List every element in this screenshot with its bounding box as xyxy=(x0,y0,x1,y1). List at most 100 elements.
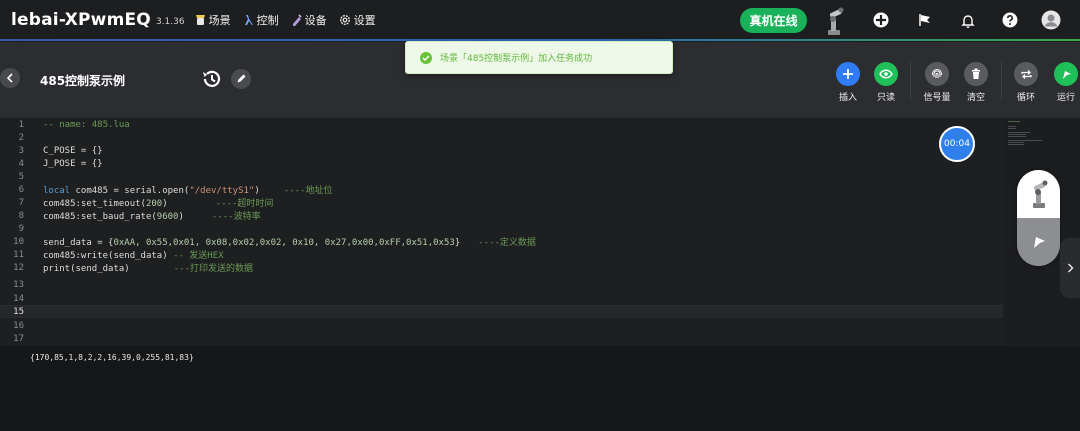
insert-button[interactable]: 插入 xyxy=(831,62,865,103)
code-line: 2 xyxy=(0,131,1003,144)
nav-item-control[interactable]: 控制 xyxy=(243,12,279,28)
edit-title-button[interactable] xyxy=(231,69,251,89)
semaphore-button[interactable]: 信号量 xyxy=(920,62,954,103)
chevron-right-icon xyxy=(1067,263,1074,273)
code-comment: ----超时时间 xyxy=(215,199,274,209)
console-output-text: {170,85,1,8,2,2,16,39,0,255,81,83} xyxy=(30,353,194,362)
minimap-line xyxy=(1008,128,1016,129)
teach-mode-button[interactable] xyxy=(1017,218,1060,266)
code-token: com485 = serial.open( xyxy=(70,186,190,196)
robot-arm-icon[interactable] xyxy=(821,6,849,36)
line-number: 15 xyxy=(13,306,24,317)
expand-panel-button[interactable] xyxy=(1060,238,1080,298)
run-label: 运行 xyxy=(1056,93,1075,103)
page-title: 485控制泵示例 xyxy=(40,74,126,88)
line-number: 12 xyxy=(13,262,24,273)
run-button[interactable]: 运行 xyxy=(1049,62,1080,103)
line-number: 8 xyxy=(18,210,24,221)
fingerprint-icon xyxy=(925,62,949,86)
device-icon xyxy=(292,13,302,26)
code-line: 16 xyxy=(0,319,1003,332)
back-button[interactable] xyxy=(0,68,20,88)
minimap-line xyxy=(1008,132,1030,133)
line-number: 16 xyxy=(13,320,24,331)
robot-view-button[interactable] xyxy=(1017,170,1060,218)
read-only-button[interactable]: 只读 xyxy=(869,62,903,103)
minimap-line xyxy=(1008,121,1020,122)
line-number: 6 xyxy=(18,184,24,195)
editor-minimap[interactable] xyxy=(1006,118,1046,178)
code-token: com485:set_timeout( xyxy=(43,199,146,209)
nav-item-device[interactable]: 设备 xyxy=(291,12,327,28)
code-token: ) xyxy=(254,186,260,196)
code-comment: ----波特率 xyxy=(211,212,261,222)
help-icon[interactable] xyxy=(999,9,1021,31)
eye-icon xyxy=(874,62,898,86)
floating-side-panel xyxy=(1017,170,1060,266)
code-line: 10 send_data = {0xAA, 0x55,0x01, 0x08,0x0… xyxy=(0,235,1003,249)
flag-icon xyxy=(1033,237,1045,248)
check-circle-icon xyxy=(420,51,432,64)
user-avatar-icon[interactable] xyxy=(1040,9,1062,31)
line-number: 3 xyxy=(18,145,24,156)
code-text: print(send_data) ---打印发送的数据 xyxy=(43,261,253,274)
line-number: 14 xyxy=(13,293,24,304)
nav-item-settings-label: 设置 xyxy=(353,13,376,27)
line-number: 13 xyxy=(13,279,24,290)
control-icon xyxy=(244,14,253,25)
code-line: 4 J_POSE = {} xyxy=(0,157,1003,170)
nav-item-scene[interactable]: 场景 xyxy=(195,12,231,28)
code-line: 17 xyxy=(0,332,1003,345)
code-number: 0xAA, 0x55,0x01, 0x08,0x02,0x02, 0x10, 0… xyxy=(113,238,455,248)
flag-icon[interactable] xyxy=(914,9,936,31)
scene-icon xyxy=(195,14,205,25)
pencil-icon xyxy=(237,74,246,83)
nav-item-settings[interactable]: 设置 xyxy=(339,12,376,28)
code-line: 5 xyxy=(0,170,1003,183)
chevron-left-icon xyxy=(6,73,13,83)
bell-icon[interactable] xyxy=(957,9,979,31)
main-nav: 场景 控制 设备 设置 xyxy=(195,12,388,28)
toolbar-divider xyxy=(1001,62,1002,100)
code-token: ) xyxy=(162,199,168,209)
code-text: com485:set_baud_rate(9600) ----波特率 xyxy=(43,209,261,222)
code-text: com485:write(send_data) -- 发送HEX xyxy=(43,248,224,261)
code-token: ) xyxy=(178,212,184,222)
robot-arm-icon xyxy=(1032,180,1047,208)
code-text: C_POSE = {} xyxy=(43,145,103,156)
line-number: 11 xyxy=(13,249,24,260)
code-text: com485:set_timeout(200) ----超时时间 xyxy=(43,196,273,209)
minimap-line xyxy=(1008,134,1026,135)
nav-item-device-label: 设备 xyxy=(304,13,327,27)
code-comment: ---打印发送的数据 xyxy=(173,264,253,274)
code-text: send_data = {0xAA, 0x55,0x01, 0x08,0x02,… xyxy=(43,235,536,248)
code-comment: -- 发送HEX xyxy=(173,251,224,261)
run-timer-button[interactable]: 00:04 xyxy=(939,126,975,162)
clear-button[interactable]: 清空 xyxy=(959,62,993,103)
minimap-line xyxy=(1008,142,1024,143)
code-line: 1 -- name: 485.lua xyxy=(0,118,1003,131)
add-circle-icon[interactable] xyxy=(870,9,892,31)
code-line-active: 15 xyxy=(0,305,1003,318)
line-number: 1 xyxy=(18,119,24,130)
success-toast: 场景「485控制泵示例」加入任务成功 xyxy=(405,41,673,74)
code-comment: ----定义数据 xyxy=(478,238,536,248)
code-number: 9600 xyxy=(156,212,179,222)
loop-icon xyxy=(1014,62,1038,86)
code-token: com485:set_baud_rate( xyxy=(43,212,157,222)
code-line: 13 xyxy=(0,278,1003,291)
code-token: } xyxy=(454,238,461,248)
toast-message: 场景「485控制泵示例」加入任务成功 xyxy=(440,54,593,64)
code-keyword: local xyxy=(43,186,71,196)
version-label: 3.1.36 xyxy=(155,17,185,27)
loop-label: 循环 xyxy=(1016,93,1035,103)
code-editor[interactable]: 1 -- name: 485.lua 2 3 C_POSE = {} 4 J_POSE… xyxy=(0,118,1005,346)
toolbar-divider xyxy=(910,62,911,100)
minimap-line xyxy=(1008,144,1024,145)
online-status-button[interactable]: 真机在线 xyxy=(740,8,807,33)
code-string: "/dev/ttyS1" xyxy=(189,186,255,196)
loop-button[interactable]: 循环 xyxy=(1009,62,1043,103)
nav-item-scene-label: 场景 xyxy=(208,13,231,27)
code-line: 9 xyxy=(0,222,1003,235)
history-button[interactable] xyxy=(201,68,223,90)
